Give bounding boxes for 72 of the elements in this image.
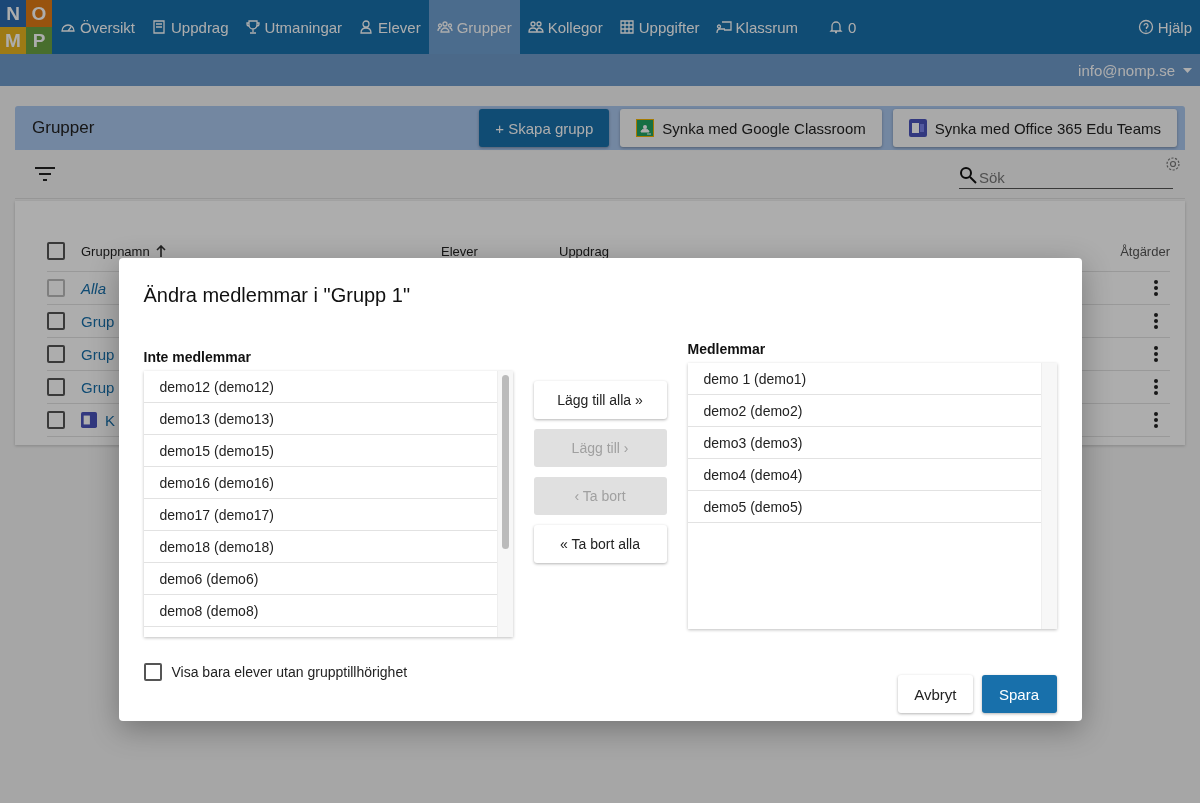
checkbox[interactable] <box>47 242 65 260</box>
more-icon[interactable] <box>1154 280 1158 296</box>
teams-icon <box>908 119 927 137</box>
cancel-button[interactable]: Avbryt <box>898 675 973 713</box>
teams-sync-button[interactable]: Synka med Office 365 Edu Teams <box>892 109 1177 147</box>
group-link[interactable]: Grup <box>81 378 115 396</box>
nav-tab[interactable]: Utmaningar <box>236 0 351 54</box>
checkbox[interactable] <box>143 663 162 681</box>
column-header[interactable]: Elever <box>441 243 559 259</box>
list-item[interactable]: demo17 (demo17) <box>143 499 497 531</box>
list-item[interactable]: demo8 (demo8) <box>143 595 497 627</box>
nav-icon <box>618 19 635 35</box>
list-item[interactable]: demo16 (demo16) <box>143 467 497 499</box>
notifications-button[interactable]: 0 <box>820 0 865 54</box>
nav-tab[interactable]: Elever <box>350 0 429 54</box>
page-title: Grupper <box>32 118 95 138</box>
scrollbar-thumb[interactable] <box>501 375 509 549</box>
classroom-icon <box>636 119 655 137</box>
sort-arrow-icon <box>155 245 166 257</box>
help-icon <box>1137 19 1154 35</box>
save-button[interactable]: Spara <box>981 675 1057 713</box>
checkbox-label: Visa bara elever utan grupptillhörighet <box>171 664 408 680</box>
list-item[interactable]: demo2 (demo2) <box>687 395 1041 427</box>
checkbox[interactable] <box>47 345 65 363</box>
checkbox[interactable] <box>47 378 65 396</box>
list-title: Medlemmar <box>687 341 767 357</box>
logo[interactable]: N O M P <box>0 0 52 54</box>
create-group-button[interactable]: + Skapa grupp <box>479 109 610 147</box>
nav-tab[interactable]: Översikt <box>52 0 143 54</box>
column-header: Åtgärder <box>1120 243 1170 259</box>
nav-icon <box>436 19 453 35</box>
list-item[interactable]: demo5 (demo5) <box>687 491 1041 523</box>
checkbox[interactable] <box>47 411 65 429</box>
nav-icon <box>244 19 261 35</box>
checkbox[interactable] <box>47 312 65 330</box>
list-item[interactable]: demo15 (demo15) <box>143 435 497 467</box>
teams-icon <box>81 412 97 428</box>
nav-icon <box>358 19 375 35</box>
group-link[interactable]: K <box>105 411 115 429</box>
list-item[interactable]: demo13 (demo13) <box>143 403 497 435</box>
list-title: Inte medlemmar <box>143 349 252 365</box>
settings-icon[interactable] <box>1165 156 1181 172</box>
nav-icon <box>715 19 732 35</box>
nav-icon <box>527 19 544 35</box>
google-sync-button[interactable]: Synka med Google Classroom <box>620 109 882 147</box>
nav-tab[interactable]: Uppdrag <box>143 0 237 54</box>
list-item[interactable]: demo18 (demo18) <box>143 531 497 563</box>
bell-icon <box>828 19 845 35</box>
nav-icon <box>151 19 167 35</box>
list-item[interactable]: demo 1 (demo1) <box>687 363 1041 395</box>
list-item[interactable]: demo3 (demo3) <box>687 427 1041 459</box>
list-item[interactable]: demo6 (demo6) <box>143 563 497 595</box>
column-header[interactable]: Uppdrag <box>559 243 609 259</box>
help-link[interactable]: Hjälp <box>1129 0 1200 54</box>
group-link[interactable]: Grup <box>81 312 115 330</box>
column-header[interactable]: Gruppnamn <box>81 243 441 259</box>
nav-tab[interactable]: Uppgifter <box>610 0 708 54</box>
search-icon <box>959 166 977 184</box>
more-icon[interactable] <box>1154 412 1158 428</box>
group-link[interactable]: Grup <box>81 345 115 363</box>
more-icon[interactable] <box>1154 346 1158 362</box>
move-button[interactable]: Lägg till alla » <box>533 381 667 419</box>
move-button[interactable]: « Ta bort alla <box>533 525 667 563</box>
list-item[interactable]: demo4 (demo4) <box>687 459 1041 491</box>
search-field[interactable]: Sök <box>977 165 1173 188</box>
filter-icon[interactable] <box>35 167 55 181</box>
list-item[interactable]: demo12 (demo12) <box>143 371 497 403</box>
dialog-title: Ändra medlemmar i "Grupp 1" <box>143 284 412 307</box>
more-icon[interactable] <box>1154 313 1158 329</box>
caret-icon <box>1183 67 1192 73</box>
nav-tab[interactable]: Klassrum <box>707 0 807 54</box>
more-icon[interactable] <box>1154 379 1158 395</box>
